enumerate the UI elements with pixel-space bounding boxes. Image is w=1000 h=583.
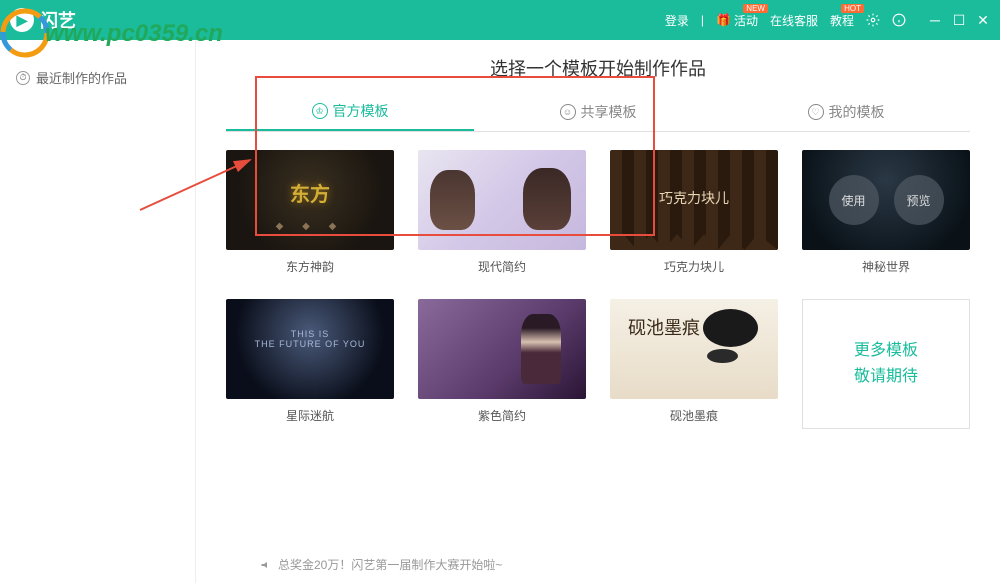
template-card[interactable]: 巧克力块儿 — [610, 150, 778, 283]
login-link[interactable]: 登录 — [665, 12, 689, 29]
bottom-notice: 总奖金20万！闪艺第一届制作大赛开始啦~ — [260, 556, 502, 573]
sidebar: ⏱ 最近制作的作品 — [0, 40, 196, 583]
gear-icon — [866, 13, 880, 27]
content-area: 选择一个模板开始制作作品 ♔ 官方模板 ☺ 共享模板 ♡ 我的模板 东方神韵 — [196, 40, 1000, 583]
settings-button[interactable] — [866, 13, 880, 27]
template-title: 现代简约 — [418, 250, 586, 283]
template-card[interactable]: 东方神韵 — [226, 150, 394, 283]
template-title: 星际迷航 — [226, 399, 394, 432]
template-thumb — [226, 299, 394, 399]
sidebar-item-recent[interactable]: ⏱ 最近制作的作品 — [0, 60, 195, 95]
template-grid: 东方神韵 现代简约 巧克力块儿 使用 预览 神秘世界 星际迷航 — [226, 150, 970, 432]
preview-button[interactable]: 预览 — [894, 175, 944, 225]
tab-label: 我的模板 — [829, 102, 885, 122]
app-name: 闪艺 — [40, 7, 76, 33]
titlebar: ▶ 闪艺 登录 | 🎁 活动 NEW 在线客服 教程 HOT ─ ☐ ✕ — [0, 0, 1000, 40]
tab-mine[interactable]: ♡ 我的模板 — [722, 93, 970, 131]
logo-icon: ▶ — [10, 8, 34, 32]
gift-icon: 🎁 — [716, 13, 731, 27]
notice-text: 总奖金20万！闪艺第一届制作大赛开始啦~ — [278, 556, 502, 573]
crown-icon: ♔ — [312, 103, 328, 119]
main-area: ⏱ 最近制作的作品 选择一个模板开始制作作品 ♔ 官方模板 ☺ 共享模板 ♡ 我… — [0, 40, 1000, 583]
tab-label: 共享模板 — [581, 102, 637, 122]
divider: | — [701, 13, 704, 27]
activity-label: 活动 — [734, 12, 758, 29]
more-templates-card: 更多模板 敬请期待 — [802, 299, 970, 429]
template-card[interactable]: 砚池墨痕 — [610, 299, 778, 432]
more-line2: 敬请期待 — [854, 364, 918, 390]
template-card[interactable]: 紫色简约 — [418, 299, 586, 432]
activity-link[interactable]: 🎁 活动 NEW — [716, 12, 758, 29]
service-link[interactable]: 在线客服 — [770, 12, 818, 29]
template-card-hover[interactable]: 使用 预览 神秘世界 — [802, 150, 970, 283]
tab-shared[interactable]: ☺ 共享模板 — [474, 93, 722, 131]
template-title: 神秘世界 — [802, 250, 970, 283]
tutorial-label: 教程 — [830, 12, 854, 29]
tutorial-link[interactable]: 教程 HOT — [830, 12, 854, 29]
template-card[interactable]: 现代简约 — [418, 150, 586, 283]
use-button[interactable]: 使用 — [829, 175, 879, 225]
close-button[interactable]: ✕ — [976, 13, 990, 27]
app-logo: ▶ 闪艺 — [10, 7, 76, 33]
tab-official[interactable]: ♔ 官方模板 — [226, 93, 474, 131]
template-title: 紫色简约 — [418, 399, 586, 432]
heart-icon: ♡ — [808, 104, 824, 120]
hot-badge: HOT — [841, 4, 864, 13]
new-badge: NEW — [743, 4, 768, 13]
template-thumb — [418, 299, 586, 399]
maximize-button[interactable]: ☐ — [952, 13, 966, 27]
window-controls: ─ ☐ ✕ — [928, 13, 990, 27]
template-thumb — [610, 299, 778, 399]
tab-label: 官方模板 — [333, 101, 389, 121]
template-thumb — [226, 150, 394, 250]
template-thumb — [610, 150, 778, 250]
more-line1: 更多模板 — [854, 338, 918, 364]
help-button[interactable] — [892, 13, 906, 27]
titlebar-actions: 登录 | 🎁 活动 NEW 在线客服 教程 HOT ─ ☐ ✕ — [665, 12, 990, 29]
info-icon — [892, 13, 906, 27]
template-tabs: ♔ 官方模板 ☺ 共享模板 ♡ 我的模板 — [226, 93, 970, 132]
minimize-button[interactable]: ─ — [928, 13, 942, 27]
clock-icon: ⏱ — [16, 71, 30, 85]
template-thumb: 使用 预览 — [802, 150, 970, 250]
megaphone-icon — [260, 559, 272, 571]
share-icon: ☺ — [560, 104, 576, 120]
page-title: 选择一个模板开始制作作品 — [226, 55, 970, 81]
template-title: 巧克力块儿 — [610, 250, 778, 283]
template-title: 砚池墨痕 — [610, 399, 778, 432]
template-title: 东方神韵 — [226, 250, 394, 283]
sidebar-item-label: 最近制作的作品 — [36, 68, 127, 87]
template-thumb — [418, 150, 586, 250]
template-card[interactable]: 星际迷航 — [226, 299, 394, 432]
